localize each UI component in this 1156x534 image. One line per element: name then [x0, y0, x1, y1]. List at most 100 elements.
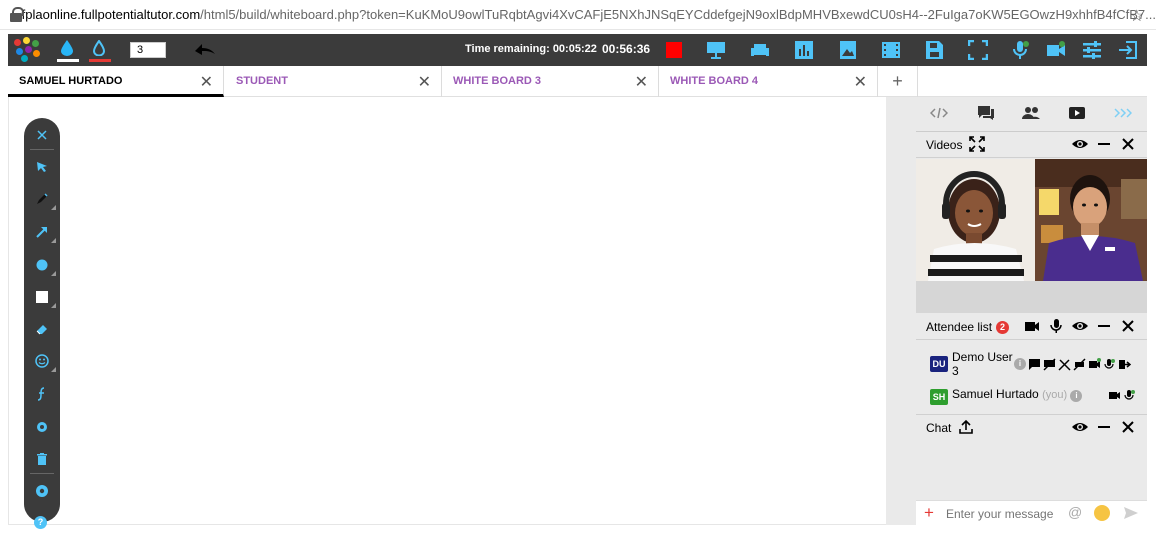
camera-icon[interactable]	[1088, 358, 1101, 371]
info-icon[interactable]: i	[1070, 390, 1083, 402]
chat-header: Chat	[916, 414, 1147, 440]
send-icon[interactable]	[1123, 505, 1139, 526]
star-icon[interactable]: ☆	[1130, 6, 1144, 26]
upload-icon[interactable]	[958, 419, 974, 435]
people-icon[interactable]	[1022, 105, 1042, 123]
elapsed-time: 00:56:36	[602, 42, 651, 56]
tab-white-board-3[interactable]: WHITE BOARD 3 ✕	[442, 66, 659, 97]
presentation-icon[interactable]	[706, 40, 726, 60]
microphone-icon[interactable]	[1048, 318, 1064, 334]
sofa-off-icon[interactable]	[1073, 358, 1086, 371]
settings-icon[interactable]	[24, 480, 60, 502]
film-icon[interactable]	[881, 40, 901, 60]
emoji-icon[interactable]	[1094, 505, 1110, 521]
undo-icon[interactable]	[194, 40, 216, 60]
smiley-icon[interactable]	[24, 350, 60, 372]
chat-icon[interactable]	[977, 105, 997, 123]
microphone-icon[interactable]	[1123, 389, 1136, 402]
video-footer	[916, 281, 1147, 313]
close-icon[interactable]	[1120, 419, 1136, 435]
attendee-item-demo-user[interactable]: DU Demo User 3 i	[930, 350, 1145, 378]
code-icon[interactable]	[929, 105, 950, 123]
image-icon[interactable]	[838, 40, 858, 60]
minimize-icon[interactable]	[1096, 419, 1112, 435]
close-icon[interactable]	[1120, 318, 1136, 334]
square-icon[interactable]	[24, 286, 60, 308]
trash-icon[interactable]	[24, 448, 60, 470]
attendee-name: Samuel Hurtado (you) i	[952, 387, 1083, 402]
save-icon[interactable]	[924, 40, 944, 60]
eye-icon[interactable]	[1072, 419, 1088, 435]
minimize-icon[interactable]	[1096, 136, 1112, 152]
add-attachment-icon[interactable]: +	[924, 503, 934, 523]
attendee-controls: i	[1014, 358, 1131, 372]
mic-settings-icon[interactable]	[1010, 40, 1030, 60]
drawing-toolbar	[24, 118, 60, 522]
chat-title: Chat	[926, 421, 952, 435]
line-arrow-icon[interactable]	[24, 221, 60, 243]
tab-label: STUDENT	[236, 75, 288, 87]
close-icon[interactable]	[1120, 136, 1136, 152]
chat-message-input[interactable]	[946, 505, 1058, 523]
tutor-video	[1035, 159, 1147, 281]
logo-icon	[12, 36, 42, 64]
close-icon[interactable]: ✕	[418, 72, 431, 92]
select-arrow-icon[interactable]	[24, 156, 60, 178]
sofa-icon[interactable]	[750, 40, 770, 60]
right-panel-tabs	[916, 97, 1147, 132]
attendee-count-badge: 2	[996, 321, 1010, 334]
record-button[interactable]	[666, 42, 682, 58]
tab-student[interactable]: STUDENT ✕	[225, 66, 442, 97]
videos-header: Videos	[916, 132, 1147, 158]
circle-icon[interactable]	[24, 254, 60, 276]
chat-input-bar: + @	[916, 500, 1147, 525]
formula-icon[interactable]	[24, 383, 60, 405]
bar-chart-icon[interactable]	[794, 40, 814, 60]
fill-color-icon[interactable]	[57, 40, 79, 62]
url-text[interactable]: fplaonline.fullpotentialtutor.com/html5/…	[22, 7, 1156, 22]
more-icon[interactable]	[1114, 105, 1134, 123]
settings-small-icon[interactable]	[24, 416, 60, 438]
close-icon[interactable]: ✕	[200, 72, 213, 92]
fullscreen-icon[interactable]	[967, 39, 989, 61]
avatar: SH	[930, 389, 948, 405]
stroke-size-input[interactable]: 3	[130, 42, 166, 58]
minimize-icon[interactable]	[1096, 318, 1112, 334]
chat-icon[interactable]	[1028, 358, 1041, 371]
board-off-icon[interactable]	[1043, 358, 1056, 371]
camera-icon[interactable]	[1108, 389, 1121, 402]
mention-icon[interactable]: @	[1068, 504, 1082, 520]
tab-samuel-hurtado[interactable]: SAMUEL HURTADO ✕	[8, 66, 224, 97]
tab-label: WHITE BOARD 3	[453, 75, 541, 87]
sliders-icon[interactable]	[1082, 40, 1102, 60]
whiteboard-canvas[interactable]	[8, 97, 886, 525]
eye-icon[interactable]	[1072, 318, 1088, 334]
attendee-item-samuel-hurtado[interactable]: SH Samuel Hurtado (you) i	[930, 385, 1145, 409]
camera-icon[interactable]	[1024, 318, 1040, 334]
pen-off-icon[interactable]	[1058, 358, 1071, 371]
info-icon[interactable]: i	[1014, 358, 1026, 370]
tab-white-board-4[interactable]: WHITE BOARD 4 ✕	[659, 66, 878, 97]
video-settings-icon[interactable]	[1046, 40, 1066, 60]
eye-icon[interactable]	[1072, 136, 1088, 152]
attendee-title: Attendee list 2	[926, 320, 1010, 334]
stroke-color-icon[interactable]	[89, 39, 111, 62]
close-icon[interactable]: ✕	[854, 72, 867, 92]
video-area	[916, 159, 1147, 313]
help-icon[interactable]: ?	[34, 516, 47, 529]
browser-url-bar[interactable]: fplaonline.fullpotentialtutor.com/html5/…	[0, 0, 1156, 30]
pen-icon[interactable]	[24, 188, 60, 210]
eraser-icon[interactable]	[24, 318, 60, 340]
microphone-icon[interactable]	[1103, 358, 1116, 371]
add-tab-button[interactable]: +	[878, 66, 918, 97]
expand-icon[interactable]	[969, 136, 985, 152]
right-panel: Videos Attendee list 2 DU Demo User 3 i …	[916, 97, 1147, 525]
close-icon[interactable]	[24, 124, 60, 146]
close-icon[interactable]: ✕	[635, 72, 648, 92]
exit-icon[interactable]	[1118, 358, 1131, 371]
tab-label: WHITE BOARD 4	[670, 75, 758, 87]
youtube-icon[interactable]	[1068, 105, 1088, 123]
attendee-header: Attendee list 2	[916, 314, 1147, 340]
exit-icon[interactable]	[1118, 40, 1138, 60]
tab-label: SAMUEL HURTADO	[19, 75, 123, 87]
